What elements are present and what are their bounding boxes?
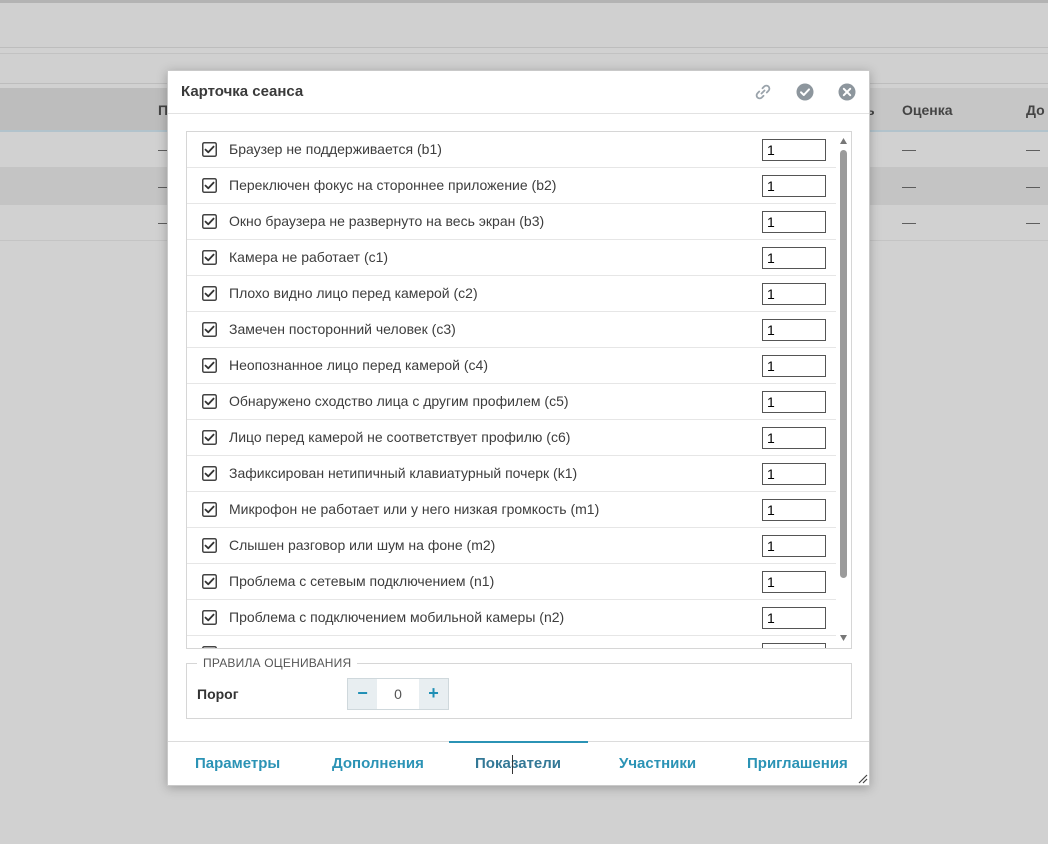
indicator-label: Неопознанное лицо перед камерой (c4)	[229, 357, 488, 373]
dash-value: —	[902, 214, 916, 230]
indicator-weight-input[interactable]	[762, 139, 826, 161]
indicator-checkbox[interactable]	[202, 646, 217, 649]
indicator-checkbox[interactable]	[202, 610, 217, 625]
indicator-checkbox[interactable]	[202, 322, 217, 337]
indicator-checkbox[interactable]	[202, 358, 217, 373]
indicator-weight-input[interactable]	[762, 643, 826, 648]
session-card-dialog: Карточка сеанса Браузер не поддерживаетс…	[167, 70, 870, 786]
indicator-label: Браузер не поддерживается (b1)	[229, 141, 442, 157]
indicator-checkbox[interactable]	[202, 250, 217, 265]
check-circle-icon[interactable]	[795, 82, 815, 102]
indicator-label: Камера не работает (c1)	[229, 249, 389, 265]
indicator-row: Микрофон не работает или у него низкая г…	[187, 492, 836, 528]
indicator-label: Слышен разговор или шум на фоне (m2)	[229, 537, 496, 553]
active-tab-indicator	[449, 741, 588, 743]
background-header-highlight	[0, 88, 168, 130]
dash-value: —	[1026, 178, 1040, 194]
dialog-tabs: Параметры Дополнения Показатели Участник…	[168, 741, 869, 786]
indicator-weight-input[interactable]	[762, 211, 826, 233]
indicator-weight-input[interactable]	[762, 571, 826, 593]
threshold-increment-button[interactable]: +	[419, 679, 448, 709]
indicator-row: Слышен разговор или шум на фоне (m2)	[187, 528, 836, 564]
dialog-header: Карточка сеанса	[168, 71, 869, 114]
indicator-weight-input[interactable]	[762, 391, 826, 413]
indicator-weight-input[interactable]	[762, 535, 826, 557]
scoring-rules-legend: ПРАВИЛА ОЦЕНИВАНИЯ	[197, 656, 358, 670]
indicator-weight-input[interactable]	[762, 499, 826, 521]
indicator-row: Зафиксирован нетипичный клавиатурный поч…	[187, 456, 836, 492]
indicator-row: Замечен посторонний человек (c3)	[187, 312, 836, 348]
indicator-label: Окно браузера не развернуто на весь экра…	[229, 213, 545, 229]
background-column-header: До	[1026, 102, 1045, 118]
dash-value: —	[1026, 141, 1040, 157]
scrollbar[interactable]	[836, 132, 851, 648]
indicator-row: Обнаружено сходство лица с другим профил…	[187, 384, 836, 420]
indicator-weight-input[interactable]	[762, 427, 826, 449]
indicator-weight-input[interactable]	[762, 319, 826, 341]
threshold-decrement-button[interactable]: −	[348, 679, 377, 709]
dash-value: —	[1026, 214, 1040, 230]
tab-additions[interactable]: Дополнения	[332, 755, 424, 772]
scroll-down-arrow-icon[interactable]	[839, 634, 848, 642]
indicator-row: Окно браузера не развернуто на весь экра…	[187, 204, 836, 240]
scoring-rules-group: ПРАВИЛА ОЦЕНИВАНИЯ Порог − 0 +	[186, 656, 852, 719]
threshold-label: Порог	[197, 686, 239, 702]
text-cursor	[512, 755, 513, 774]
indicator-weight-input[interactable]	[762, 283, 826, 305]
tab-invitations[interactable]: Приглашения	[747, 755, 848, 772]
scroll-up-arrow-icon[interactable]	[839, 137, 848, 145]
scroll-thumb[interactable]	[840, 150, 847, 578]
background-column-header: Оценка	[902, 102, 953, 118]
indicator-label: Лицо перед камерой не соответствует проф…	[229, 429, 571, 445]
indicator-checkbox[interactable]	[202, 502, 217, 517]
indicator-checkbox[interactable]	[202, 466, 217, 481]
dash-value: —	[902, 178, 916, 194]
indicator-row: Проблема с подключением мобильной камеры…	[187, 600, 836, 636]
indicator-label: Зафиксирован нетипичный клавиатурный поч…	[229, 465, 578, 481]
indicator-label: Проблема с сетевым подключением (n1)	[229, 573, 495, 589]
indicator-checkbox[interactable]	[202, 538, 217, 553]
indicator-checkbox[interactable]	[202, 178, 217, 193]
indicator-label: Микрофон не работает или у него низкая г…	[229, 501, 600, 517]
indicator-label: Обнаружено сходство лица с другим профил…	[229, 393, 569, 409]
indicator-checkbox[interactable]	[202, 394, 217, 409]
indicator-label: Плохо видно лицо перед камерой (c2)	[229, 285, 478, 301]
indicator-label: Проблема с подключением мобильной камеры…	[229, 609, 565, 625]
indicator-weight-input[interactable]	[762, 355, 826, 377]
indicator-checkbox[interactable]	[202, 286, 217, 301]
indicator-row: Проблема с сетевым подключением (n1)	[187, 564, 836, 600]
tab-participants[interactable]: Участники	[619, 755, 696, 772]
indicator-weight-input[interactable]	[762, 247, 826, 269]
indicators-list: Браузер не поддерживается (b1) Переключен…	[186, 131, 852, 649]
indicator-weight-input[interactable]	[762, 463, 826, 485]
indicator-weight-input[interactable]	[762, 607, 826, 629]
threshold-value[interactable]: 0	[377, 679, 419, 709]
indicator-weight-input[interactable]	[762, 175, 826, 197]
link-icon[interactable]	[753, 82, 773, 102]
indicator-checkbox[interactable]	[202, 214, 217, 229]
indicator-row: Браузер не поддерживается (b1)	[187, 132, 836, 168]
indicator-row: Плохо видно лицо перед камерой (c2)	[187, 276, 836, 312]
tab-parameters[interactable]: Параметры	[195, 755, 280, 772]
indicator-label: Переключен фокус на стороннее приложение…	[229, 177, 557, 193]
indicator-label: Замечен посторонний человек (c3)	[229, 321, 456, 337]
threshold-stepper: − 0 +	[347, 678, 449, 710]
indicator-row: Неопознанное лицо перед камерой (c4)	[187, 348, 836, 384]
indicator-row	[187, 636, 836, 649]
background-toolbar	[0, 3, 1048, 48]
indicator-checkbox[interactable]	[202, 142, 217, 157]
indicator-row: Камера не работает (c1)	[187, 240, 836, 276]
dash-value: —	[902, 141, 916, 157]
resize-grip-icon[interactable]	[858, 774, 868, 784]
indicator-checkbox[interactable]	[202, 430, 217, 445]
close-circle-icon[interactable]	[837, 82, 857, 102]
indicator-checkbox[interactable]	[202, 574, 217, 589]
indicator-row: Переключен фокус на стороннее приложение…	[187, 168, 836, 204]
tab-indicators[interactable]: Показатели	[475, 755, 561, 772]
indicator-row: Лицо перед камерой не соответствует проф…	[187, 420, 836, 456]
dialog-title: Карточка сеанса	[181, 83, 304, 100]
